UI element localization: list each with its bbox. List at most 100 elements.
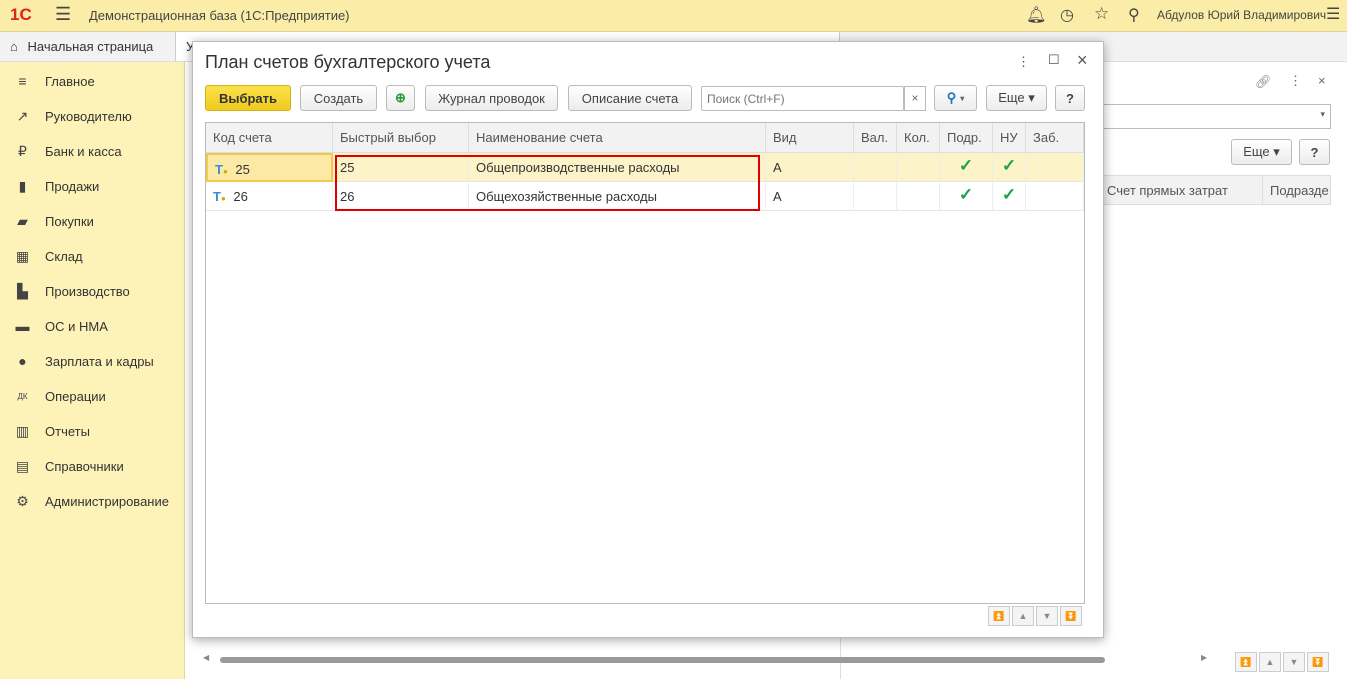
accounts-table: Код счета Быстрый выбор Наименование счета… bbox=[205, 122, 1085, 604]
sidebar-item[interactable]: ▦ Склад bbox=[0, 241, 185, 271]
sidebar-item-icon: ₽ bbox=[18, 142, 27, 159]
more-icon[interactable]: ⋮ bbox=[1017, 54, 1030, 70]
column-header[interactable]: Вал. bbox=[854, 123, 897, 153]
last-icon[interactable]: ⏬ bbox=[1060, 606, 1082, 626]
user-name[interactable]: Абдулов Юрий Владимирович bbox=[1157, 8, 1326, 22]
cell-off bbox=[1026, 153, 1084, 182]
link-icon[interactable]: 🔗︎ bbox=[1255, 74, 1272, 90]
up-icon[interactable]: ▲ bbox=[1259, 652, 1281, 672]
cell-qty bbox=[897, 182, 940, 211]
sidebar-item-icon: ▙ bbox=[17, 282, 28, 299]
tab-home[interactable]: ⌂ Начальная страница bbox=[0, 32, 176, 61]
menu-icon[interactable]: ☰ bbox=[55, 4, 71, 25]
help-button[interactable]: ? bbox=[1055, 85, 1085, 111]
cell-val bbox=[854, 153, 897, 182]
sidebar-item-icon: ▮ bbox=[18, 177, 27, 194]
scrollbar-thumb[interactable] bbox=[220, 657, 1105, 663]
sidebar-item-icon: ▦ bbox=[15, 247, 30, 264]
sidebar-item-label: Зарплата и кадры bbox=[45, 353, 154, 369]
account-description-button[interactable]: Описание счета bbox=[568, 85, 692, 111]
more-icon[interactable]: ⋮ bbox=[1289, 73, 1302, 89]
sidebar-item[interactable]: ⚙ Администрирование bbox=[0, 486, 185, 516]
maximize-icon[interactable]: ☐ bbox=[1048, 52, 1060, 68]
column-header[interactable]: Быстрый выбор bbox=[333, 123, 469, 153]
column-header[interactable]: Вид bbox=[766, 123, 854, 153]
sidebar-item-icon: ▰ bbox=[17, 212, 28, 229]
search-input[interactable] bbox=[701, 86, 904, 111]
sidebar-item-label: Главное bbox=[45, 73, 95, 89]
star-icon[interactable]: ☆ bbox=[1094, 4, 1109, 24]
column-header[interactable]: Подр. bbox=[940, 123, 993, 153]
bell-icon[interactable]: 🔔︎ bbox=[1026, 5, 1046, 25]
sidebar-item[interactable]: ₽ Банк и касса bbox=[0, 136, 185, 166]
sidebar-item-label: Производство bbox=[45, 283, 130, 299]
clear-search-button[interactable]: × bbox=[904, 86, 926, 111]
down-icon[interactable]: ▼ bbox=[1036, 606, 1058, 626]
sidebar-item-label: Продажи bbox=[45, 178, 100, 194]
sidebar-item-label: Покупки bbox=[45, 213, 94, 229]
close-icon[interactable]: × bbox=[1077, 50, 1088, 71]
sidebar-item-label: Справочники bbox=[45, 458, 124, 474]
background-help-button[interactable]: ? bbox=[1299, 139, 1330, 165]
column-header[interactable]: Наименование счета bbox=[469, 123, 766, 153]
sidebar-item[interactable]: ↗ Руководителю bbox=[0, 101, 185, 131]
sidebar-item[interactable]: ДК Операции bbox=[0, 381, 185, 411]
create-button[interactable]: Создать bbox=[300, 85, 377, 111]
cell-dept: ✓ bbox=[940, 182, 993, 211]
account-icon: T● bbox=[215, 162, 228, 177]
cell-dept: ✓ bbox=[940, 153, 993, 182]
sidebar-item-icon: ▬ bbox=[15, 318, 30, 334]
top-bar: 1С ☰ Демонстрационная база (1С:Предприят… bbox=[0, 0, 1347, 32]
account-code: 25 bbox=[235, 162, 250, 177]
column-header[interactable]: Код счета bbox=[206, 123, 333, 153]
cell-nu: ✓ bbox=[993, 153, 1026, 182]
cell-code: T● 25 bbox=[206, 153, 333, 182]
app-title: Демонстрационная база (1С:Предприятие) bbox=[89, 8, 350, 23]
search-options-button[interactable]: ⚲ ▾ bbox=[934, 85, 977, 111]
sidebar-item[interactable]: ▮ Продажи bbox=[0, 171, 185, 201]
horizontal-scrollbar[interactable]: ◀ ▶ bbox=[197, 648, 1217, 672]
history-icon[interactable]: ◷ bbox=[1060, 5, 1074, 25]
sidebar-item[interactable]: ▥ Отчеты bbox=[0, 416, 185, 446]
cell-val bbox=[854, 182, 897, 211]
chart-of-accounts-dialog: План счетов бухгалтерского учета ⋮ ☐ × В… bbox=[192, 41, 1104, 638]
sidebar-item[interactable]: ≡ Главное bbox=[0, 66, 185, 96]
column-header[interactable]: НУ bbox=[993, 123, 1026, 153]
first-icon[interactable]: ⏫ bbox=[1235, 652, 1257, 672]
app-logo: 1С bbox=[10, 5, 32, 24]
search-icon[interactable]: ⚲ bbox=[1128, 5, 1140, 25]
sidebar-item-label: Администрирование bbox=[45, 493, 169, 509]
copy-add-icon[interactable]: ⊕ bbox=[386, 85, 415, 111]
background-more-button[interactable]: Еще ▾ bbox=[1231, 139, 1292, 165]
sidebar-item-label: ОС и НМА bbox=[45, 318, 108, 334]
sidebar-item-icon: ▤ bbox=[15, 457, 30, 474]
sidebar: ≡ Главное ↗ Руководителю ₽ Банк и касса ▮ Прода… bbox=[0, 62, 185, 679]
last-icon[interactable]: ⏬ bbox=[1307, 652, 1329, 672]
first-icon[interactable]: ⏫ bbox=[988, 606, 1010, 626]
sidebar-item-label: Отчеты bbox=[45, 423, 90, 439]
column-header: Счет прямых затрат bbox=[1107, 183, 1228, 198]
cell-qty bbox=[897, 153, 940, 182]
highlight-box bbox=[335, 155, 760, 211]
column-header: Подразде bbox=[1262, 176, 1332, 204]
sidebar-item[interactable]: ▰ Покупки bbox=[0, 206, 185, 236]
sidebar-item-icon: ⚙ bbox=[16, 492, 29, 509]
sidebar-item-label: Склад bbox=[45, 248, 83, 264]
cell-nu: ✓ bbox=[993, 182, 1026, 211]
down-icon[interactable]: ▼ bbox=[1283, 652, 1305, 672]
settings-menu-icon[interactable]: ☰ bbox=[1326, 4, 1340, 24]
sidebar-item[interactable]: ▤ Справочники bbox=[0, 451, 185, 481]
column-header[interactable]: Кол. bbox=[897, 123, 940, 153]
account-icon: T● bbox=[213, 189, 226, 204]
sidebar-item[interactable]: ● Зарплата и кадры bbox=[0, 346, 185, 376]
sidebar-item-icon: ≡ bbox=[18, 73, 27, 89]
select-button[interactable]: Выбрать bbox=[205, 85, 291, 111]
more-button[interactable]: Еще ▾ bbox=[986, 85, 1047, 111]
sidebar-item[interactable]: ▬ ОС и НМА bbox=[0, 311, 185, 341]
column-header[interactable]: Заб. bbox=[1026, 123, 1084, 153]
up-icon[interactable]: ▲ bbox=[1012, 606, 1034, 626]
sidebar-item[interactable]: ▙ Производство bbox=[0, 276, 185, 306]
journal-button[interactable]: Журнал проводок bbox=[425, 85, 558, 111]
sidebar-item-icon: ДК bbox=[17, 391, 28, 401]
close-icon[interactable]: × bbox=[1318, 73, 1326, 88]
